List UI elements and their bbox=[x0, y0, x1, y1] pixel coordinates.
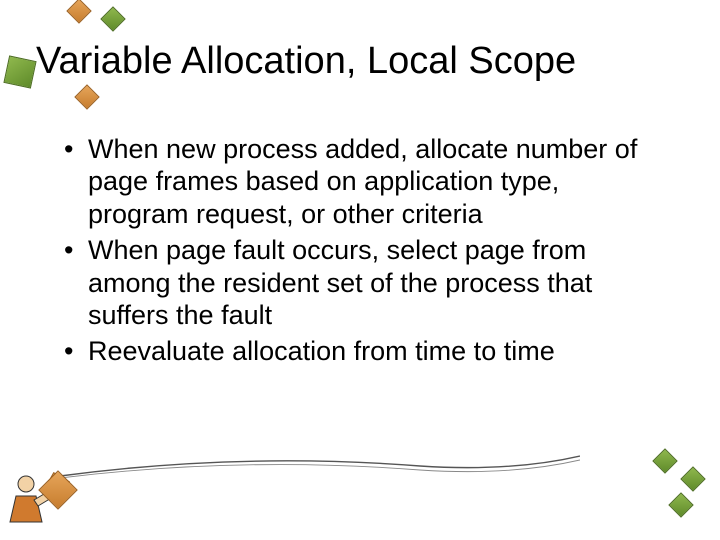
bullet-item: Reevaluate allocation from time to time bbox=[60, 335, 650, 367]
slide-container: Variable Allocation, Local Scope When ne… bbox=[0, 0, 720, 540]
swoosh-decoration-icon bbox=[60, 446, 580, 486]
bullet-item: When new process added, allocate number … bbox=[60, 133, 650, 230]
slide-title: Variable Allocation, Local Scope bbox=[36, 40, 690, 83]
decoration-box-icon bbox=[74, 84, 99, 109]
decoration-box-icon bbox=[100, 6, 125, 31]
bullet-list: When new process added, allocate number … bbox=[60, 133, 650, 368]
decoration-box-icon bbox=[668, 492, 693, 517]
decoration-box-icon bbox=[680, 466, 705, 491]
decoration-box-icon bbox=[66, 0, 91, 24]
bullet-item: When page fault occurs, select page from… bbox=[60, 234, 650, 331]
decoration-box-icon bbox=[652, 448, 677, 473]
decoration-box-icon bbox=[3, 55, 36, 88]
